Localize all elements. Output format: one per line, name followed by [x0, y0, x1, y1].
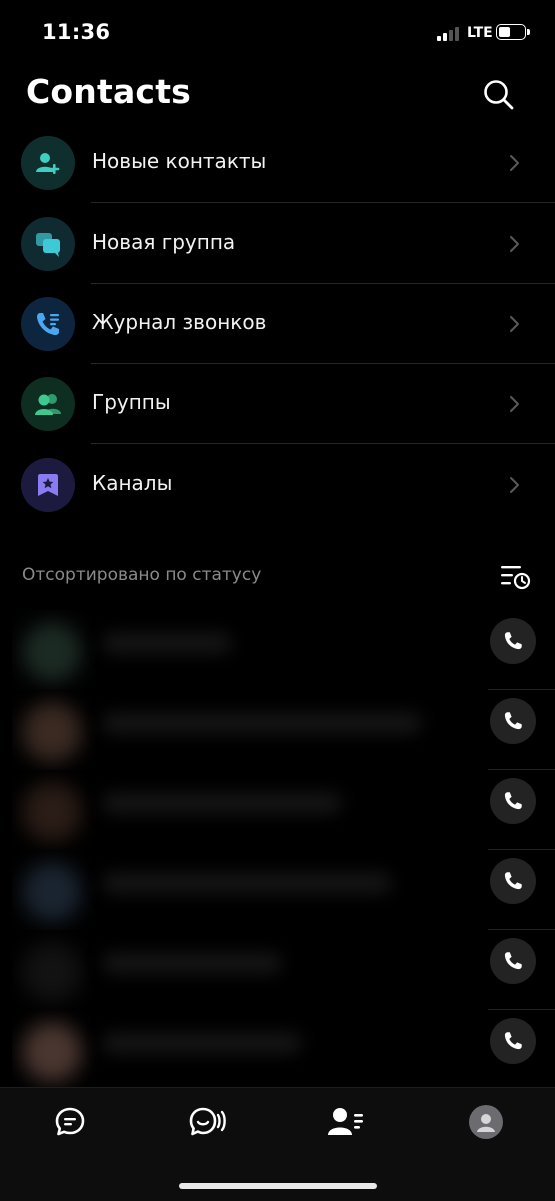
battery-icon [496, 24, 530, 40]
contact-row[interactable] [0, 690, 555, 770]
phone-icon [504, 632, 522, 650]
call-button[interactable] [490, 938, 536, 984]
tab-profile[interactable] [466, 1102, 506, 1142]
menu-item-channels[interactable]: Каналы [0, 445, 555, 525]
blurred-contact [12, 770, 488, 850]
chats-tab-icon [55, 1107, 85, 1136]
phone-icon [504, 952, 522, 970]
phone-icon [504, 792, 522, 810]
add-contact-icon [21, 136, 75, 190]
call-button[interactable] [490, 778, 536, 824]
phone-icon [504, 1032, 522, 1050]
tab-contacts[interactable] [326, 1102, 366, 1142]
contact-row[interactable] [0, 770, 555, 850]
menu-item-label: Новые контакты [92, 149, 267, 173]
search-button[interactable] [478, 74, 520, 116]
menu-item-label: Каналы [92, 471, 173, 495]
new-group-chat-icon [21, 217, 75, 271]
blurred-contact [12, 690, 488, 770]
menu-item-groups[interactable]: Группы [0, 364, 555, 444]
divider [91, 443, 555, 444]
page-title: Contacts [26, 72, 192, 111]
signal-strength-icon [437, 26, 463, 41]
menu-item-label: Группы [92, 390, 171, 414]
chevron-right-icon [510, 477, 519, 493]
phone-icon [504, 872, 522, 890]
tab-chats[interactable] [50, 1102, 90, 1142]
menu-item-call-log[interactable]: Журнал звонков [0, 284, 555, 364]
status-time: 11:36 [42, 20, 111, 44]
menu-item-label: Новая группа [92, 230, 236, 254]
chevron-right-icon [510, 236, 519, 252]
call-button[interactable] [490, 618, 536, 664]
contact-row[interactable] [0, 930, 555, 1010]
status-bar: 11:36 LTE [0, 0, 555, 60]
blurred-contact [12, 850, 488, 930]
contacts-tab-icon [328, 1108, 363, 1135]
call-button[interactable] [490, 858, 536, 904]
call-button[interactable] [490, 1018, 536, 1064]
contact-row[interactable] [0, 610, 555, 690]
menu-item-new-group[interactable]: Новая группа [0, 204, 555, 284]
phone-icon [504, 712, 522, 730]
profile-tab-icon [469, 1105, 503, 1139]
call-button[interactable] [490, 698, 536, 744]
call-log-icon [21, 297, 75, 351]
sort-label: Отсортировано по статусу [22, 565, 262, 585]
channels-icon [21, 458, 75, 512]
chevron-right-icon [510, 396, 519, 412]
groups-icon [21, 377, 75, 431]
tab-voice-chats[interactable] [188, 1102, 228, 1142]
voice-chat-tab-icon [189, 1107, 226, 1136]
network-type: LTE [467, 25, 493, 41]
contact-row[interactable] [0, 1010, 555, 1090]
home-indicator [179, 1183, 377, 1189]
divider [91, 202, 555, 203]
sort-by-status-icon [501, 566, 531, 590]
chevron-right-icon [510, 155, 519, 171]
blurred-contact [12, 610, 488, 690]
chevron-right-icon [510, 316, 519, 332]
blurred-contact [12, 1010, 464, 1090]
search-icon [484, 80, 514, 110]
blurred-contact [12, 930, 488, 1010]
menu-item-label: Журнал звонков [92, 310, 267, 334]
menu-item-new-contacts[interactable]: Новые контакты [0, 123, 555, 203]
contact-row[interactable] [0, 850, 555, 930]
sort-button[interactable] [497, 561, 533, 593]
